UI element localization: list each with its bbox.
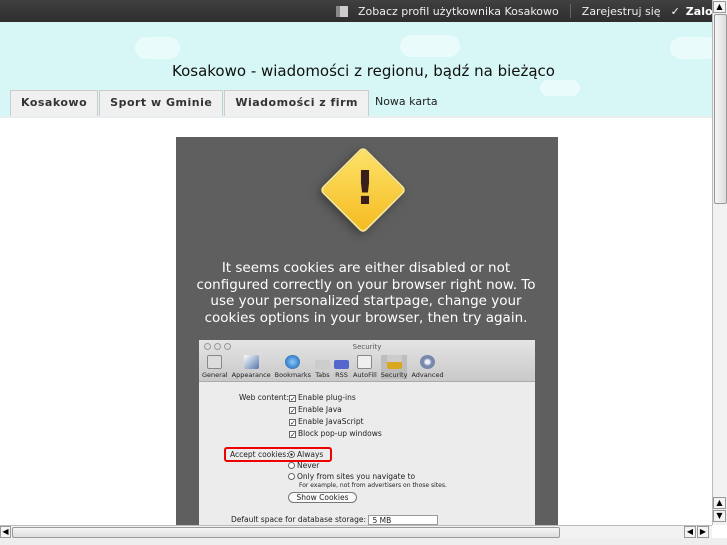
login-link[interactable]: Zaloguj	[686, 5, 712, 18]
rss-icon: RSS	[333, 355, 349, 379]
profile-link[interactable]: Zobacz profil użytkownika Kosakowo	[358, 5, 559, 18]
status-strip	[0, 538, 727, 545]
scroll-left-arrow-right[interactable]: ◀	[684, 526, 696, 538]
scroll-up-arrow-bottom[interactable]: ▲	[713, 497, 726, 509]
scroll-up-arrow[interactable]: ▲	[713, 1, 726, 13]
checkbox-plugins: ✓ Enable plug-ins	[289, 393, 356, 403]
horizontal-scroll-thumb[interactable]	[12, 527, 560, 538]
accept-cookies-label: Accept cookies:	[230, 450, 289, 459]
security-icon: Security	[380, 355, 408, 379]
radio-only-from-sites: Only from sites you navigate to	[288, 472, 415, 481]
radio-never: Never	[288, 461, 319, 470]
profile-icon	[335, 5, 348, 17]
exclamation-mark: !	[354, 161, 376, 215]
scroll-right-arrow[interactable]: ▶	[697, 526, 709, 538]
vertical-scroll-thumb[interactable]	[714, 14, 727, 204]
web-content-label: Web content:	[239, 393, 289, 402]
page-title: Kosakowo - wiadomości z regionu, bądź na…	[172, 62, 555, 80]
register-link[interactable]: Zarejestruj się	[582, 5, 661, 18]
vertical-scrollbar[interactable]: ▲ ▲ ▼	[712, 0, 727, 525]
tab-bar: Kosakowo Sport w Gminie Wiadomości z fir…	[10, 90, 444, 116]
checkbox-popups: ✓ Block pop-up windows	[289, 429, 382, 439]
bookmarks-icon: Bookmarks	[275, 355, 311, 379]
general-icon: General	[202, 355, 228, 379]
divider	[569, 4, 571, 18]
cookie-hint: For example, not from advertisers on tho…	[299, 482, 447, 489]
cloud-decoration	[135, 37, 180, 59]
tabs-icon: Tabs	[314, 355, 330, 379]
top-bar: Zobacz profil użytkownika Kosakowo Zarej…	[0, 0, 712, 22]
tab-kosakowo[interactable]: Kosakowo	[10, 90, 99, 116]
tab-sport[interactable]: Sport w Gminie	[99, 90, 224, 116]
appearance-icon: Appearance	[232, 355, 271, 379]
scroll-down-arrow[interactable]: ▼	[713, 510, 726, 522]
cloud-decoration	[540, 80, 580, 96]
tab-wiadomosci[interactable]: Wiadomości z firm	[224, 90, 369, 116]
horizontal-scrollbar[interactable]: ◀ ◀ ▶	[0, 525, 712, 538]
check-icon: ✓	[670, 4, 680, 18]
tab-new[interactable]: Nowa karta	[370, 90, 443, 116]
checkbox-java: ✓ Enable Java	[289, 405, 342, 415]
cloud-decoration	[400, 35, 460, 57]
checkbox-javascript: ✓ Enable JavaScript	[289, 417, 364, 427]
warning-message: It seems cookies are either disabled or …	[196, 260, 536, 326]
cloud-decoration	[670, 37, 712, 59]
radio-always: Always	[288, 450, 323, 459]
advanced-icon: Advanced	[411, 355, 444, 379]
site-header: Kosakowo - wiadomości z regionu, bądź na…	[0, 22, 712, 118]
show-cookies-button: Show Cookies	[288, 492, 357, 503]
window-title: Security	[352, 343, 382, 351]
db-storage-select: 5 MB	[368, 515, 439, 525]
autofill-icon: AutoFill	[353, 355, 377, 379]
safari-security-screenshot: Security General Appearance Bookmarks Ta…	[199, 340, 535, 525]
scroll-left-arrow[interactable]: ◀	[0, 526, 11, 538]
db-storage-row: Default space for database storage: 5 MB	[231, 515, 439, 525]
